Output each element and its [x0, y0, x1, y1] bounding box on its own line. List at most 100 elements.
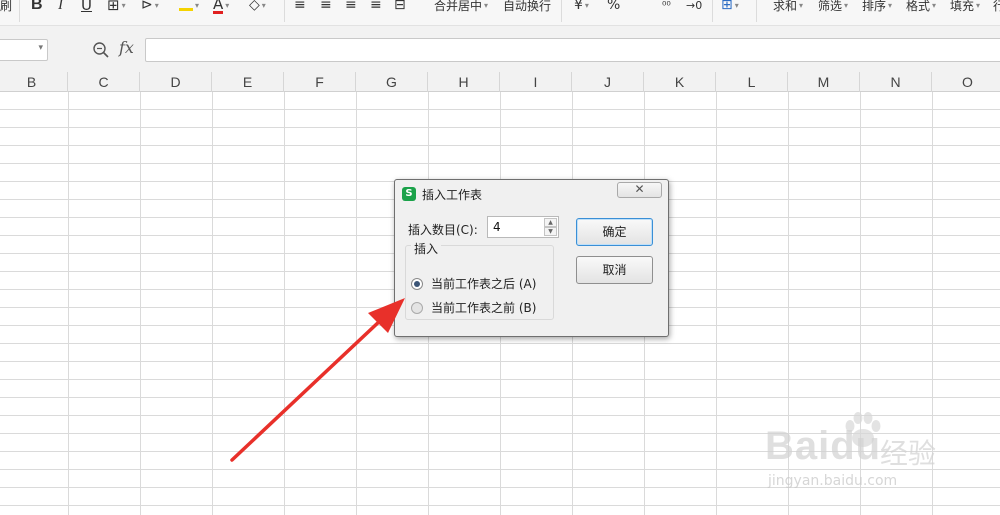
column-header-d[interactable]: D: [140, 72, 212, 92]
sum-button[interactable]: 求和 ▾: [773, 0, 803, 16]
percent-icon: %: [607, 0, 621, 13]
column-header-n[interactable]: N: [860, 72, 932, 92]
distributed-button[interactable]: ⊟: [394, 0, 406, 16]
filter-button[interactable]: 筛选 ▾: [818, 0, 848, 16]
border-icon: ⊞: [107, 0, 120, 14]
sort-button[interactable]: 排序 ▾: [862, 0, 892, 16]
count-stepper[interactable]: 4 ▲ ▼: [487, 216, 559, 238]
align-center-button[interactable]: ≡: [320, 0, 332, 16]
chevron-down-icon: ▾: [888, 0, 893, 10]
justify-icon: ≡: [370, 0, 382, 13]
align-right-icon: ≡: [345, 0, 357, 13]
row-col-button[interactable]: 行: [993, 0, 1000, 16]
column-header-i[interactable]: I: [500, 72, 572, 92]
close-icon: ✕: [634, 182, 645, 196]
column-header-k[interactable]: K: [644, 72, 716, 92]
chevron-down-icon: ▾: [799, 0, 804, 10]
count-value[interactable]: 4: [493, 220, 501, 234]
italic-button[interactable]: I: [58, 0, 63, 16]
watermark-cn: 经验: [880, 437, 937, 470]
chevron-down-icon[interactable]: ▾: [38, 43, 43, 53]
chevron-down-icon: ▾: [734, 0, 739, 10]
chevron-down-icon: ▾: [225, 0, 230, 10]
row-col-label: 行: [993, 0, 1000, 14]
percent-button[interactable]: %: [607, 0, 620, 16]
cancel-button[interactable]: 取消: [576, 256, 653, 284]
align-center-icon: ≡: [320, 0, 332, 13]
dialog-titlebar[interactable]: S 插入工作表 ✕: [395, 180, 668, 208]
cell-style-button[interactable]: ⊞ ▾: [721, 0, 739, 16]
format-painter-label: 刷: [0, 0, 13, 13]
merge-center-button[interactable]: 合并居中 ▾: [434, 0, 488, 16]
chevron-down-icon: ▾: [121, 0, 126, 10]
highlight-icon: [179, 0, 193, 11]
zoom-icon[interactable]: [92, 41, 110, 59]
increase-decimal-button[interactable]: ⁰⁰: [662, 0, 671, 16]
font-color-button[interactable]: A ▾: [213, 0, 229, 16]
radio-before-label: 当前工作表之前 (B): [431, 301, 537, 315]
insert-sheet-dialog: S 插入工作表 ✕ 插入数目(C): 4 ▲ ▼ 插入 当前工作表之后 (A) …: [394, 179, 669, 337]
highlight-button[interactable]: ▾: [179, 0, 199, 16]
radio-after-row[interactable]: 当前工作表之后 (A): [411, 275, 536, 292]
border-button[interactable]: ⊞ ▾: [107, 0, 126, 16]
fill-color-button[interactable]: ⊳ ▾: [141, 0, 159, 16]
column-header-c[interactable]: C: [68, 72, 140, 92]
underline-label: U: [81, 0, 92, 14]
font-color-icon: A: [213, 0, 224, 14]
align-left-button[interactable]: ≡: [294, 0, 306, 16]
column-header-o[interactable]: O: [932, 72, 1000, 92]
dialog-title: 插入工作表: [422, 188, 483, 202]
align-left-icon: ≡: [294, 0, 306, 13]
toolbar-divider: [712, 0, 713, 22]
chevron-down-icon: ▾: [584, 0, 589, 10]
column-header-f[interactable]: F: [284, 72, 356, 92]
underline-button[interactable]: U: [81, 0, 92, 16]
formula-input[interactable]: [145, 38, 1000, 62]
column-header-l[interactable]: L: [716, 72, 788, 92]
watermark-brand: Baidu: [765, 424, 882, 468]
column-header-j[interactable]: J: [572, 72, 644, 92]
radio-before-row[interactable]: 当前工作表之前 (B): [411, 299, 536, 316]
fill-icon: ⊳: [141, 0, 153, 13]
chevron-down-icon: ▾: [932, 0, 937, 10]
sum-label: 求和: [773, 0, 798, 13]
stepper-up-button[interactable]: ▲: [544, 218, 557, 227]
chevron-down-icon: ▾: [154, 0, 159, 10]
watermark-url: jingyan.baidu.com: [768, 473, 898, 489]
column-header-row: B C D E F G H I J K L M N O: [0, 72, 1000, 92]
radio-before[interactable]: [411, 301, 423, 314]
stepper-buttons: ▲ ▼: [544, 218, 557, 236]
group-label: 插入: [411, 240, 442, 257]
format-button[interactable]: 格式 ▾: [906, 0, 936, 16]
formula-bar: ▾ fx: [0, 26, 1000, 72]
ok-button[interactable]: 确定: [576, 218, 653, 246]
justify-button[interactable]: ≡: [370, 0, 382, 16]
column-header-g[interactable]: G: [356, 72, 428, 92]
column-header-h[interactable]: H: [428, 72, 500, 92]
currency-button[interactable]: ¥ ▾: [574, 0, 589, 16]
radio-after[interactable]: [411, 277, 423, 290]
fx-icon[interactable]: fx: [119, 38, 134, 57]
close-button[interactable]: ✕: [617, 182, 662, 198]
merge-center-label: 合并居中: [434, 0, 483, 13]
italic-label: I: [58, 0, 63, 13]
wrap-text-label: 自动换行: [503, 0, 552, 13]
decrease-decimal-button[interactable]: →0: [686, 0, 702, 16]
clear-button[interactable]: ◇ ▾: [249, 0, 266, 16]
column-header-e[interactable]: E: [212, 72, 284, 92]
baidu-watermark: Baidu 经验 jingyan.baidu.com: [762, 410, 962, 500]
dialog-body: 插入数目(C): 4 ▲ ▼ 插入 当前工作表之后 (A) 当前工作表之前 (B…: [401, 208, 662, 332]
column-header-b[interactable]: B: [0, 72, 68, 92]
decrease-decimal-icon: →0: [686, 0, 703, 12]
fill-button[interactable]: 填充 ▾: [950, 0, 980, 16]
name-box[interactable]: ▾: [0, 39, 48, 61]
stepper-down-button[interactable]: ▼: [544, 227, 557, 236]
cell-style-icon: ⊞: [721, 0, 733, 13]
filter-label: 筛选: [818, 0, 843, 13]
toolbar-divider: [561, 0, 562, 22]
align-right-button[interactable]: ≡: [345, 0, 357, 16]
bold-button[interactable]: B: [31, 0, 43, 16]
format-painter-button[interactable]: 刷: [0, 0, 12, 16]
column-header-m[interactable]: M: [788, 72, 860, 92]
wrap-text-button[interactable]: 自动换行: [503, 0, 551, 16]
